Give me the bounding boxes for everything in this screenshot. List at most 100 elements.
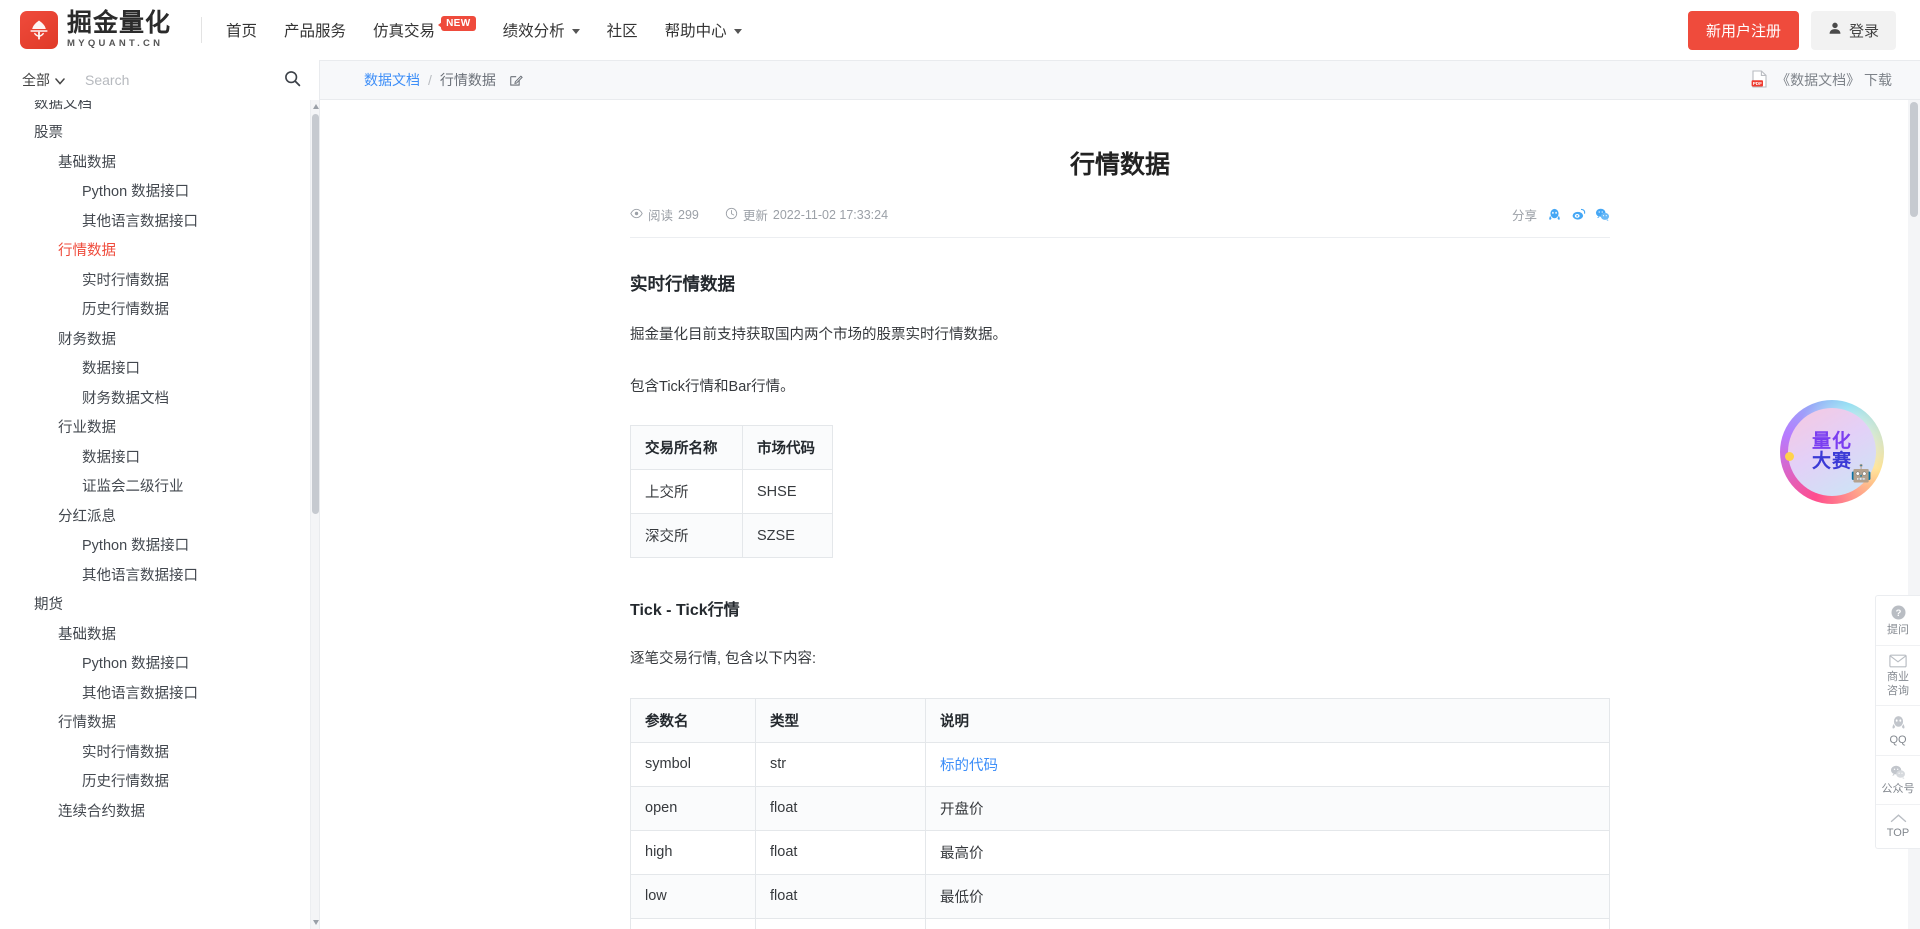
share-group: 分享 <box>1512 205 1610 224</box>
sidebar-item-label: 证监会二级行业 <box>82 479 184 495</box>
dock-item-qq[interactable]: QQ <box>1876 706 1920 756</box>
table-cell-param-name: low <box>630 873 756 919</box>
sidebar-item-label: 基础数据 <box>58 154 116 171</box>
wechat-icon <box>1878 764 1918 780</box>
sidebar-item-label: 实时行情数据 <box>82 744 169 761</box>
question-circle-icon: ? <box>1878 604 1918 621</box>
clock-icon <box>725 207 738 223</box>
sidebar-item-futures-basic-python-api[interactable]: Python 数据接口 <box>0 650 310 680</box>
nav-item-home[interactable]: 首页 <box>226 19 257 41</box>
promo-campaign-badge[interactable]: 量化 大赛 🤖 <box>1780 400 1884 504</box>
promo-line-1: 量化 <box>1811 431 1852 453</box>
nav-item-label: 社区 <box>606 23 638 40</box>
dock-item-business-consult[interactable]: 商业 咨询 <box>1876 646 1920 707</box>
nav-item-simulated-trading[interactable]: 仿真交易 NEW <box>373 15 476 41</box>
sidebar-item-csrc-secondary-industry[interactable]: 证监会二级行业 <box>0 473 310 503</box>
sidebar-item-futures-basic-other-api[interactable]: 其他语言数据接口 <box>0 679 310 709</box>
dock-item-back-to-top[interactable]: TOP <box>1876 805 1920 848</box>
edit-icon[interactable] <box>509 73 523 87</box>
sidebar-item-industry-data-api[interactable]: 数据接口 <box>0 443 310 473</box>
main-scrollbar-thumb[interactable] <box>1910 102 1918 217</box>
login-button[interactable]: 登录 <box>1810 10 1896 50</box>
sidebar-item-label: 数据文档 <box>34 100 92 112</box>
chevron-up-icon <box>1878 813 1918 824</box>
qq-icon[interactable] <box>1547 207 1562 222</box>
dock-item-ask[interactable]: ? 提问 <box>1876 596 1920 646</box>
sidebar-item-label: 实时行情数据 <box>82 272 169 289</box>
search-input[interactable] <box>75 67 276 93</box>
sidebar-item-financial-data[interactable]: 财务数据 <box>0 325 310 355</box>
sidebar-item-label: 行业数据 <box>58 420 116 436</box>
param-desc-link[interactable]: 标的代码 <box>940 758 998 774</box>
pdf-icon: PDF <box>1751 69 1768 91</box>
register-button[interactable]: 新用户注册 <box>1687 10 1799 50</box>
scroll-up-arrow-icon[interactable] <box>311 100 319 113</box>
sidebar-item-financial-data-api[interactable]: 数据接口 <box>0 355 310 385</box>
table-row: low float 最低价 <box>630 873 1610 919</box>
sidebar-item-stock-basic-other-api[interactable]: 其他语言数据接口 <box>0 207 310 237</box>
logo-text-en: MYQUANT.CN <box>67 38 164 50</box>
sidebar-item-stocks[interactable]: 股票 <box>0 119 310 149</box>
weibo-icon[interactable] <box>1571 207 1586 222</box>
pdf-download-link[interactable]: PDF 《数据文档》 下载 <box>1751 69 1920 91</box>
sidebar-scrollbar-thumb[interactable] <box>312 114 319 514</box>
dock-item-official-account[interactable]: 公众号 <box>1876 756 1920 805</box>
search-area: 全部 <box>0 60 320 100</box>
sidebar-item-futures-realtime-market-data[interactable]: 实时行情数据 <box>0 738 310 768</box>
main-nav-links: 首页 产品服务 仿真交易 NEW 绩效分析 社区 帮助中心 <box>226 15 742 41</box>
sidebar-scrollbar[interactable] <box>310 100 319 929</box>
nav-item-products[interactable]: 产品服务 <box>284 19 346 41</box>
sidebar-item-label: 基础数据 <box>58 626 116 643</box>
page-body: 数据文档 股票 基础数据 Python 数据接口 其他语言数据接口 行情数据 实… <box>0 100 1920 929</box>
sidebar-item-label: 期货 <box>34 597 63 613</box>
sidebar-item-futures-market-data[interactable]: 行情数据 <box>0 709 310 739</box>
nav-item-label: 仿真交易 <box>373 23 436 40</box>
sidebar-item-stock-market-data[interactable]: 行情数据 <box>0 237 310 267</box>
table-cell-param-type: float <box>755 829 926 875</box>
envelope-icon <box>1878 654 1918 668</box>
read-count-group: 阅读 299 <box>630 205 699 224</box>
dock-item-label: QQ <box>1889 734 1907 747</box>
sidebar-item-stock-history-market-data[interactable]: 历史行情数据 <box>0 296 310 326</box>
share-label: 分享 <box>1511 209 1537 223</box>
breadcrumb-parent-link[interactable]: 数据文档 <box>364 70 420 90</box>
sidebar-item-shujuwendang[interactable]: 数据文档 <box>0 100 310 119</box>
sidebar-item-dividends-python-api[interactable]: Python 数据接口 <box>0 532 310 562</box>
sidebar-item-futures-basic-data[interactable]: 基础数据 <box>0 620 310 650</box>
section-heading-realtime: 实时行情数据 <box>630 274 735 294</box>
sidebar-item-label: 其他语言数据接口 <box>82 567 198 584</box>
site-logo[interactable]: 掘金量化 MYQUANT.CN <box>20 11 171 49</box>
promo-line-2: 大赛 <box>1811 451 1852 472</box>
sidebar-item-dividends[interactable]: 分红派息 <box>0 502 310 532</box>
sidebar-item-stock-basic-python-api[interactable]: Python 数据接口 <box>0 178 310 208</box>
chevron-down-icon <box>733 28 742 34</box>
chevron-down-icon <box>571 28 580 34</box>
search-submit-button[interactable] <box>276 70 319 90</box>
sidebar-item-futures-history-market-data[interactable]: 历史行情数据 <box>0 768 310 798</box>
sidebar-item-futures[interactable]: 期货 <box>0 591 310 621</box>
sidebar-item-financial-data-doc[interactable]: 财务数据文档 <box>0 384 310 414</box>
exchange-table: 交易所名称 市场代码 上交所 SHSE 深交所 SZSE <box>630 425 833 559</box>
sub-toolbar: 全部 数据文档 / 行情数据 <box>0 60 1920 100</box>
sidebar-item-label: 历史行情数据 <box>82 302 169 318</box>
table-header-row: 参数名 类型 说明 <box>630 697 1610 743</box>
search-scope-dropdown[interactable]: 全部 <box>0 70 75 90</box>
breadcrumb: 数据文档 / 行情数据 <box>320 70 523 90</box>
sidebar-item-label: 分红派息 <box>58 508 116 525</box>
table-cell-param-desc: 最低价 <box>925 873 1610 919</box>
sidebar-item-industry-data[interactable]: 行业数据 <box>0 414 310 444</box>
nav-item-help-center[interactable]: 帮助中心 <box>665 19 742 41</box>
sidebar-item-stock-realtime-market-data[interactable]: 实时行情数据 <box>0 266 310 296</box>
nav-item-performance-analysis[interactable]: 绩效分析 <box>503 19 580 41</box>
wechat-icon[interactable] <box>1595 207 1610 222</box>
scroll-down-arrow-icon[interactable] <box>311 916 319 929</box>
sidebar-item-dividends-other-api[interactable]: 其他语言数据接口 <box>0 561 310 591</box>
sidebar-item-label: 连续合约数据 <box>58 803 145 820</box>
sidebar-item-stock-basic-data[interactable]: 基础数据 <box>0 148 310 178</box>
nav-item-community[interactable]: 社区 <box>607 19 638 41</box>
update-label: 更新 <box>742 209 768 223</box>
sidebar-item-label: 行情数据 <box>58 243 116 259</box>
sidebar-item-continuous-contract-data[interactable]: 连续合约数据 <box>0 797 310 827</box>
nav-divider <box>201 17 203 43</box>
table-header-cell: 参数名 <box>630 697 756 743</box>
